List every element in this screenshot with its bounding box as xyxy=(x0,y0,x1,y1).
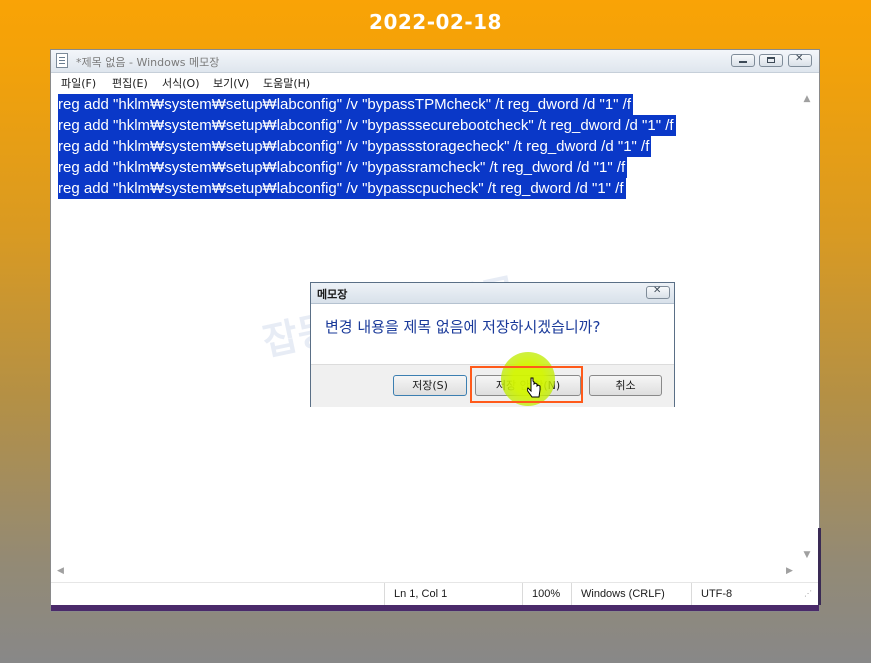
cancel-button[interactable]: 취소 xyxy=(589,375,662,396)
menu-edit[interactable]: 편집(E) xyxy=(112,75,148,91)
scroll-left-arrow-icon[interactable]: ◀ xyxy=(57,566,64,576)
status-line-ending: Windows (CRLF) xyxy=(571,583,681,605)
scroll-down-arrow-icon[interactable]: ▼ xyxy=(800,550,814,564)
menu-help[interactable]: 도움말(H) xyxy=(263,75,310,91)
dialog-close-button[interactable] xyxy=(646,285,670,299)
maximize-button[interactable] xyxy=(759,54,783,67)
status-zoom: 100% xyxy=(522,583,572,605)
editor-line: reg add "hklm₩system₩setup₩labconfig" /v… xyxy=(58,136,652,157)
menu-bar: 파일(F) 편집(E) 서식(O) 보기(V) 도움말(H) xyxy=(51,73,819,91)
dialog-title: 메모장 xyxy=(317,288,348,301)
window-edge-strip xyxy=(818,528,821,605)
notepad-icon xyxy=(56,53,68,68)
dialog-message: 변경 내용을 제목 없음에 저장하시겠습니까? xyxy=(325,318,601,336)
editor-line: reg add "hklm₩system₩setup₩labconfig" /v… xyxy=(58,115,676,136)
resize-grip-icon[interactable]: ⋰ xyxy=(804,589,814,599)
status-bar: Ln 1, Col 1 100% Windows (CRLF) UTF-8 ⋰ xyxy=(51,582,819,605)
dialog-title-bar[interactable]: 메모장 xyxy=(311,283,674,304)
status-encoding: UTF-8 xyxy=(691,583,761,605)
menu-view[interactable]: 보기(V) xyxy=(213,75,249,91)
editor-line: reg add "hklm₩system₩setup₩labconfig" /v… xyxy=(58,178,626,199)
editor-line: reg add "hklm₩system₩setup₩labconfig" /v… xyxy=(58,157,628,178)
scroll-up-arrow-icon[interactable]: ▲ xyxy=(800,94,814,108)
save-button[interactable]: 저장(S) xyxy=(393,375,467,396)
title-bar[interactable]: *제목 없음 - Windows 메모장 xyxy=(51,50,819,73)
close-button[interactable] xyxy=(788,53,812,67)
status-position: Ln 1, Col 1 xyxy=(384,583,519,605)
taskbar-strip xyxy=(51,605,819,611)
scroll-right-arrow-icon[interactable]: ▶ xyxy=(786,566,793,576)
window-title: *제목 없음 - Windows 메모장 xyxy=(76,56,220,69)
date-label: 2022-02-18 xyxy=(369,10,502,34)
editor-line: reg add "hklm₩system₩setup₩labconfig" /v… xyxy=(58,94,633,115)
minimize-button[interactable] xyxy=(731,54,755,67)
mouse-pointer-icon xyxy=(527,377,541,398)
menu-file[interactable]: 파일(F) xyxy=(61,75,96,91)
menu-format[interactable]: 서식(O) xyxy=(162,75,199,91)
